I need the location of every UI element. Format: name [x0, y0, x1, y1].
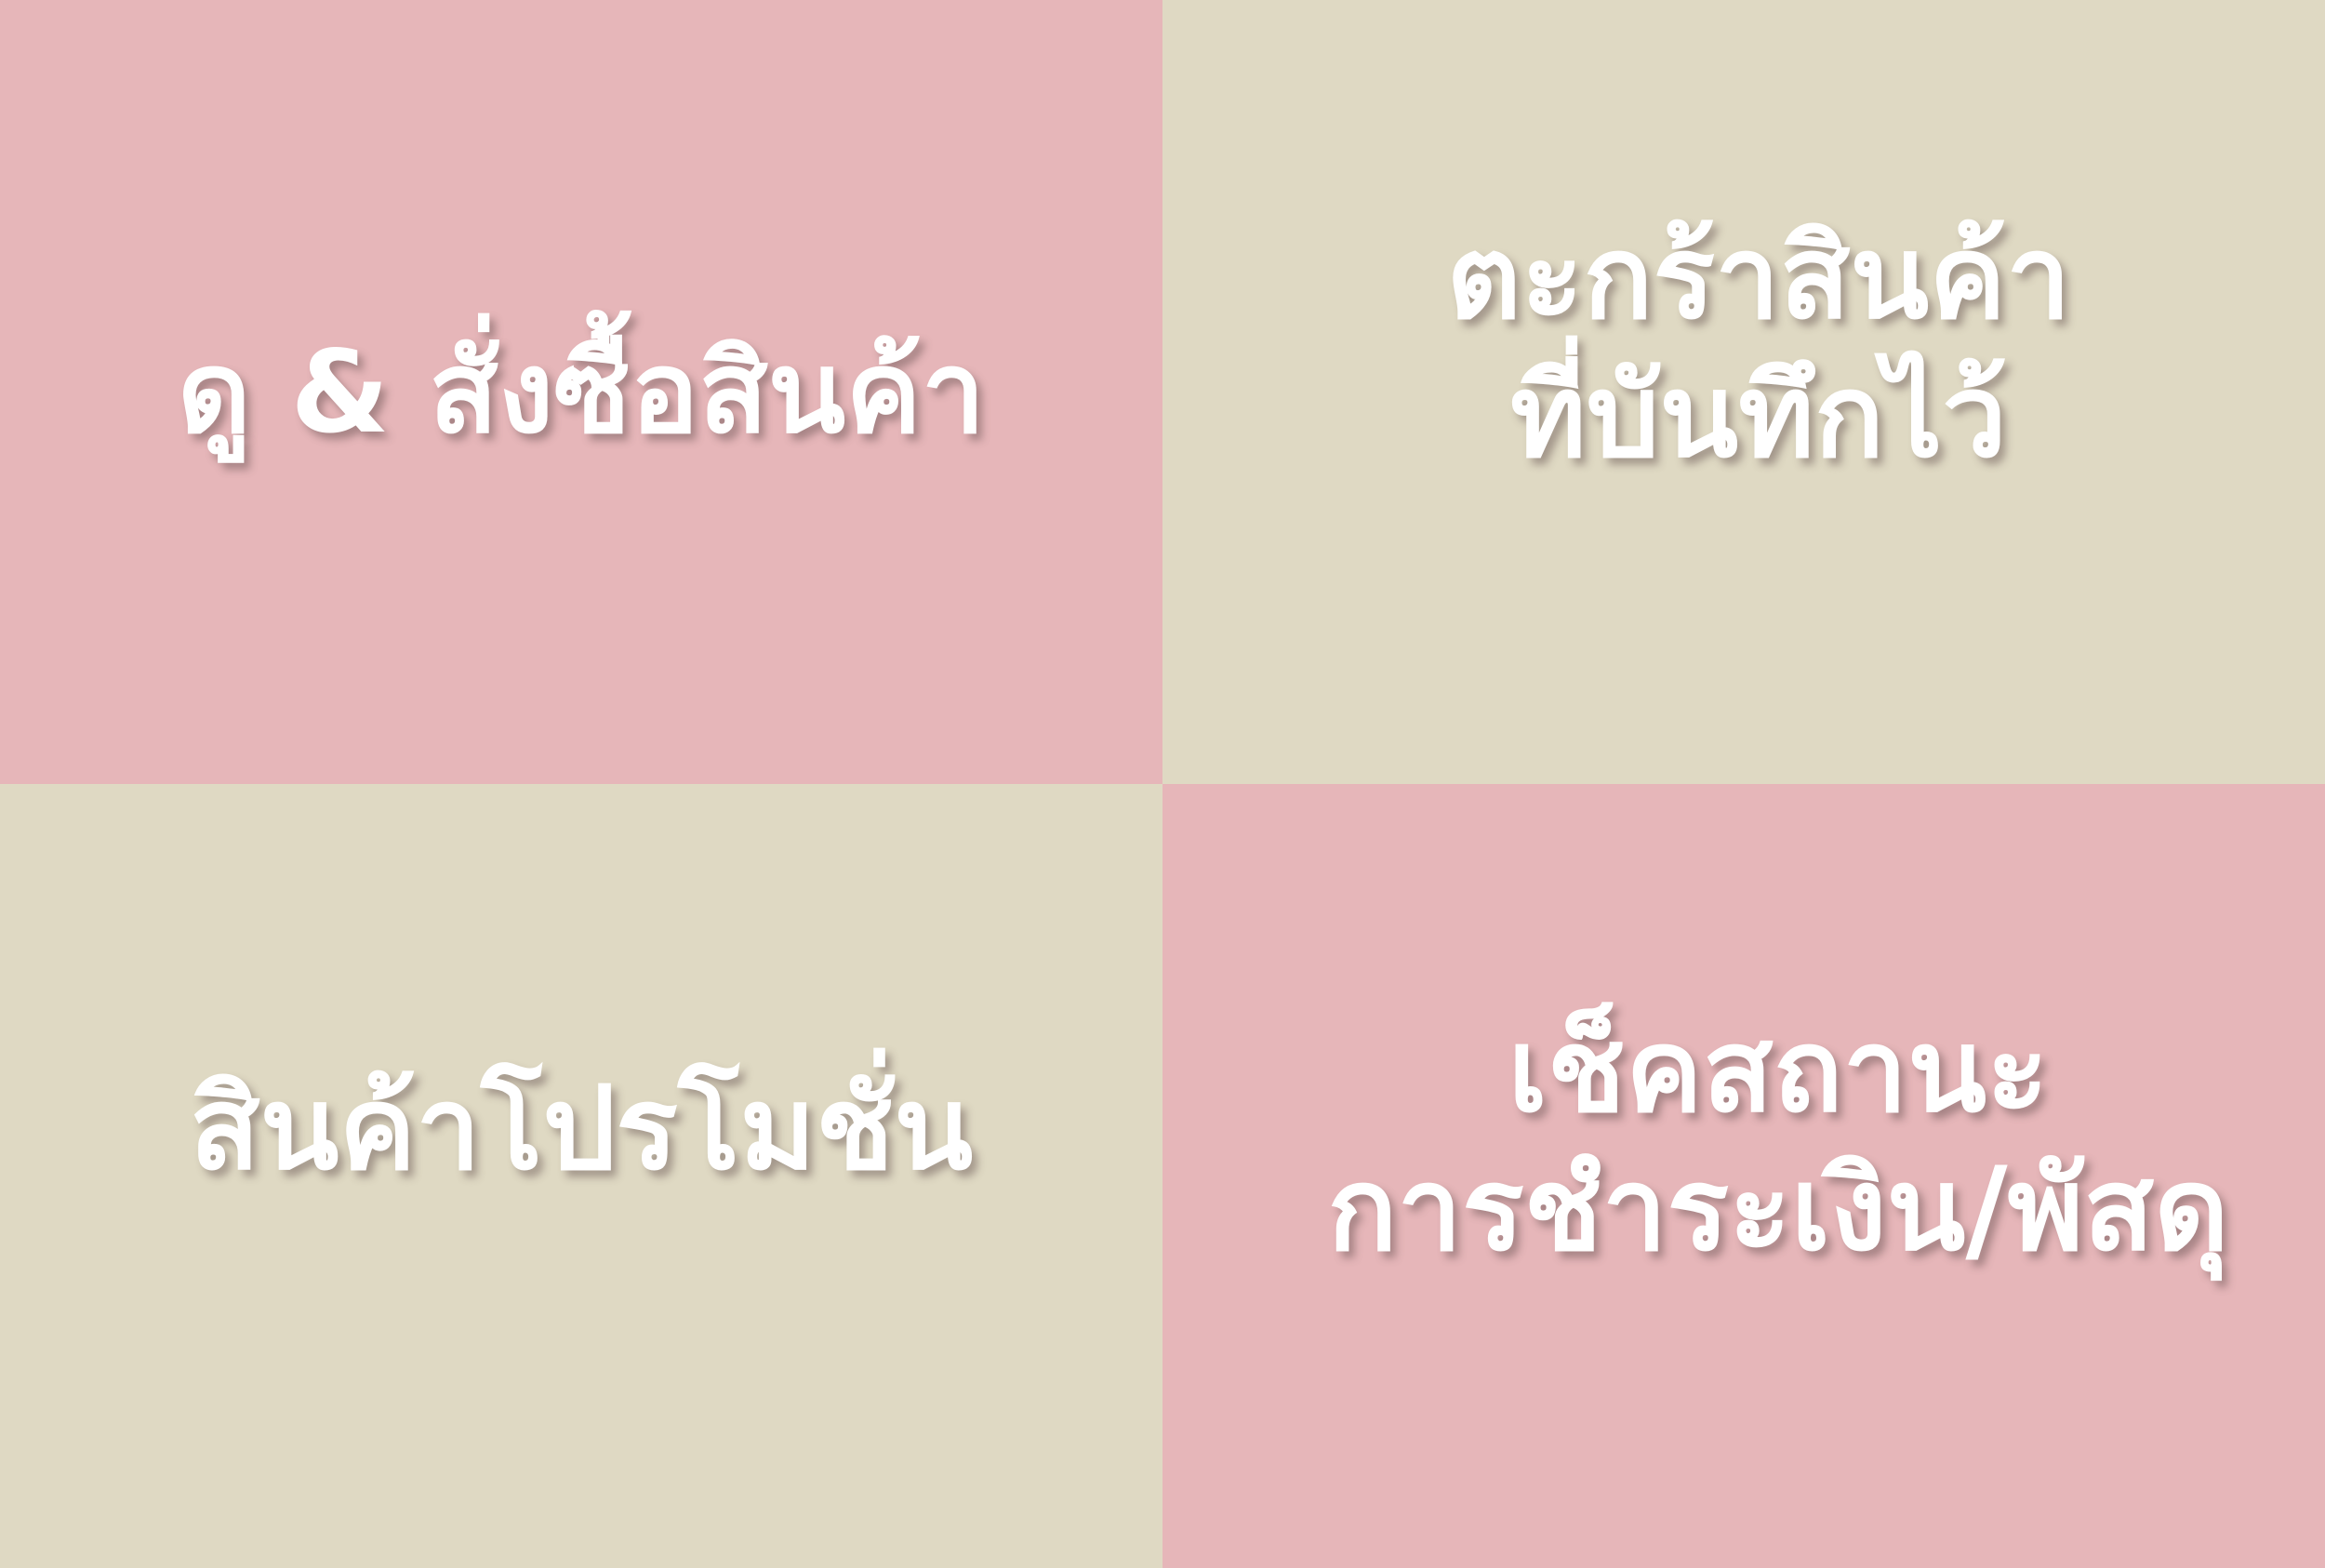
promotion-products-button[interactable]: สินค้าโปรโมชั่น — [0, 784, 1162, 1568]
tile-label-line: ตะกร้าสินค้า — [1446, 210, 2071, 345]
check-payment-parcel-status-button[interactable]: เช็คสถานะ การชำระเงิน/พัสดุ — [1162, 784, 2325, 1568]
check-payment-parcel-status-label: เช็คสถานะ การชำระเงิน/พัสดุ — [1327, 1003, 2228, 1280]
tile-label-line: เช็คสถานะ — [1508, 1003, 2049, 1138]
view-and-order-products-button[interactable]: ดู & สั่งซื้อสินค้า — [0, 0, 1162, 784]
saved-cart-label: ตะกร้าสินค้า ที่บันทึกไว้ — [1446, 209, 2070, 486]
promotion-products-label: สินค้าโปรโมชั่น — [190, 1060, 973, 1199]
saved-cart-button[interactable]: ตะกร้าสินค้า ที่บันทึกไว้ — [1162, 0, 2325, 784]
tile-label-line: สินค้าโปรโมชั่น — [189, 1062, 974, 1197]
tile-label-line: ดู & สั่งซื้อสินค้า — [177, 326, 986, 459]
tile-label-line: ที่บันทึกไว้ — [1509, 349, 2008, 484]
tile-label-line: การชำระเงิน/พัสดุ — [1327, 1142, 2229, 1277]
view-and-order-products-label: ดู & สั่งซื้อสินค้า — [178, 325, 986, 460]
rich-menu-grid: ดู & สั่งซื้อสินค้า ตะกร้าสินค้า ที่บันท… — [0, 0, 2325, 1568]
